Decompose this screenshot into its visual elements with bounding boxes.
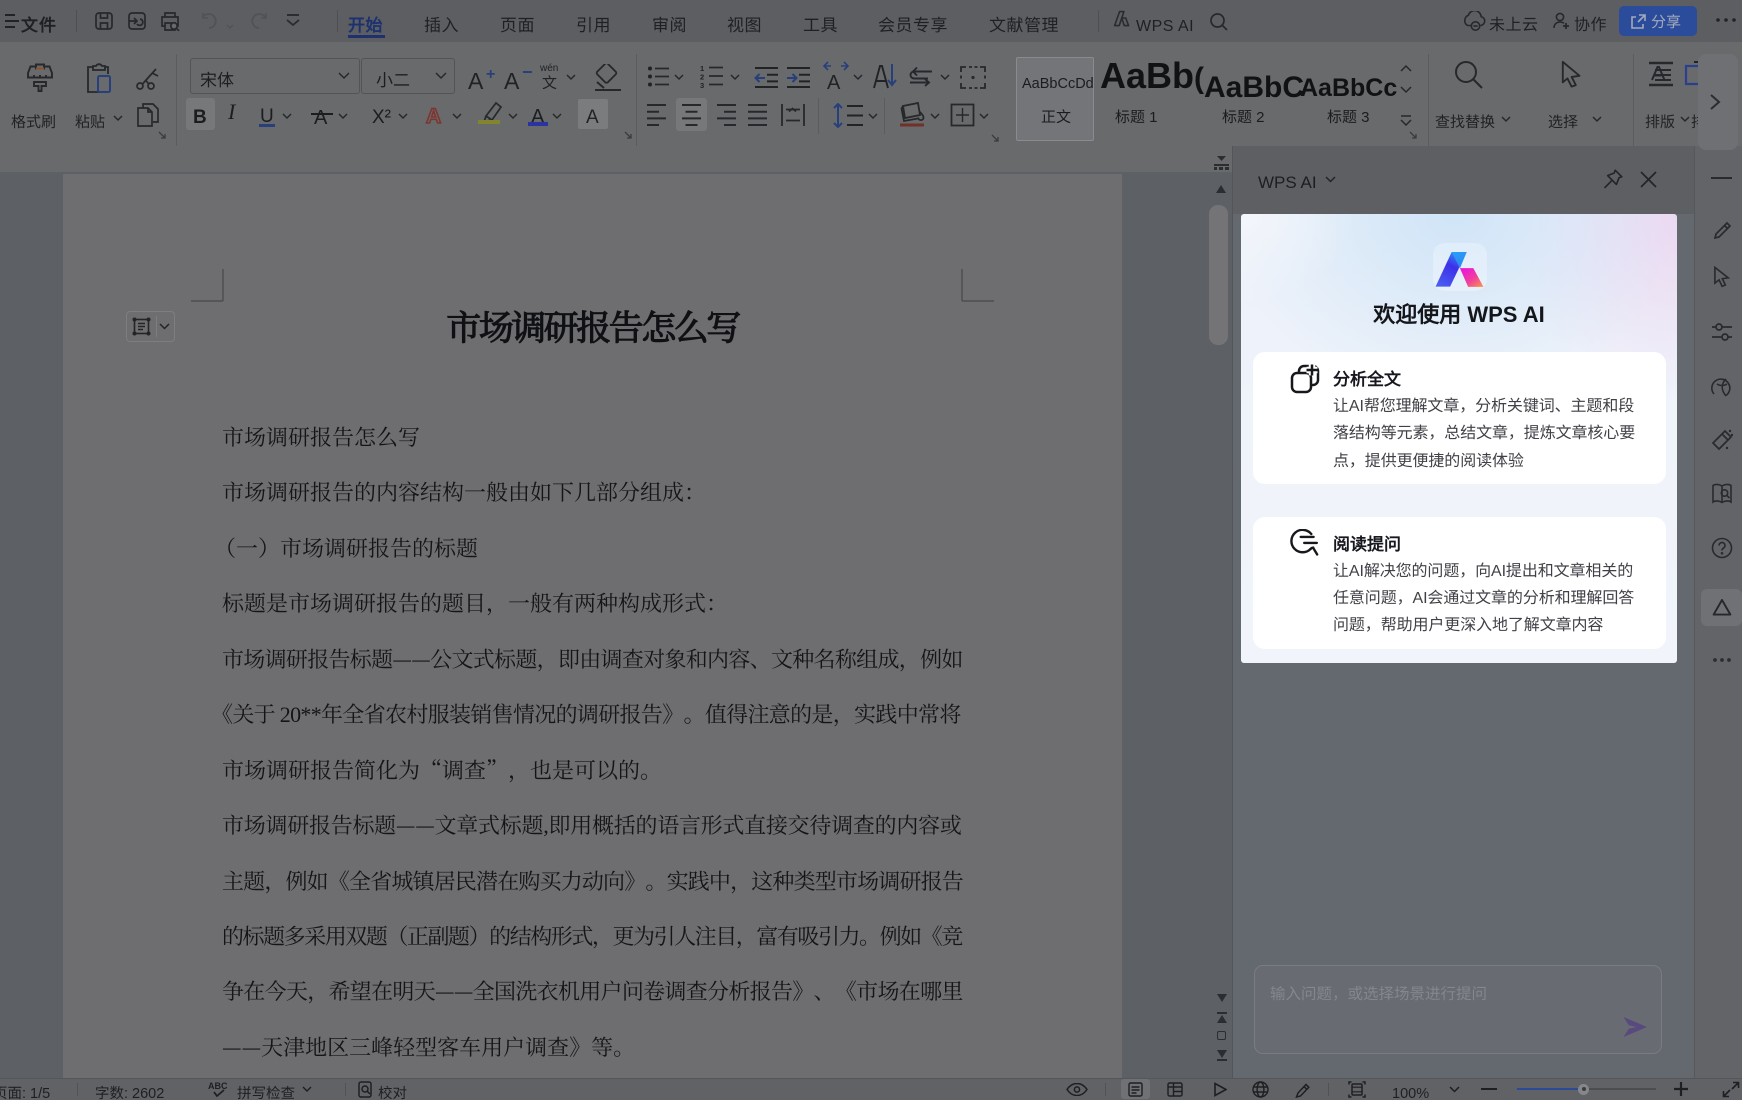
svg-text:ABC: ABC: [208, 1081, 228, 1091]
svg-text:3: 3: [700, 80, 704, 88]
